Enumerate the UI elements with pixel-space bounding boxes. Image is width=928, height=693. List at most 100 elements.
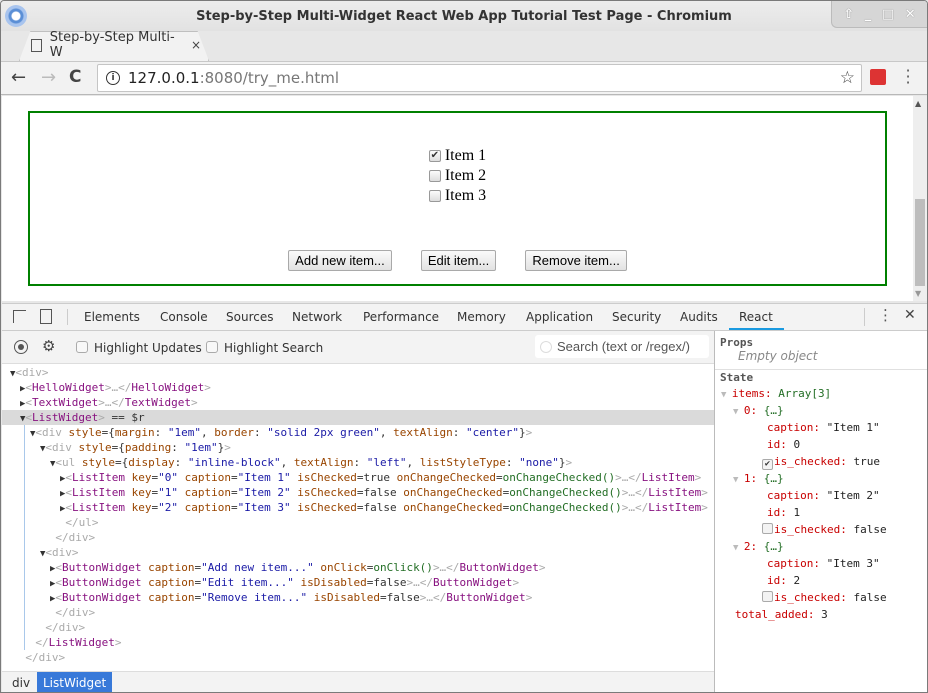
- reload-button[interactable]: C: [69, 67, 81, 87]
- remove-item-button[interactable]: Remove item...: [525, 250, 627, 271]
- list-item: Item 2: [428, 166, 486, 186]
- tree-token: <div>: [15, 366, 49, 379]
- scrollbar-thumb[interactable]: [915, 199, 925, 286]
- collapse-arrow-icon[interactable]: ▼: [733, 475, 744, 485]
- state-checkbox[interactable]: [762, 591, 773, 602]
- tab-console[interactable]: Console: [160, 310, 208, 324]
- tree-token: "2": [158, 501, 185, 514]
- inspect-element-icon[interactable]: [13, 310, 26, 323]
- state-checkbox[interactable]: [762, 523, 773, 534]
- tree-node[interactable]: ▶<TextWidget>…</TextWidget>: [2, 395, 714, 410]
- tree-node[interactable]: ▼<ListWidget> == $r: [2, 410, 714, 425]
- edit-item-button[interactable]: Edit item...: [420, 250, 497, 271]
- chrome-menu-icon[interactable]: · · ·: [905, 63, 911, 91]
- tab-network[interactable]: Network: [292, 310, 342, 324]
- tree-node[interactable]: </div>: [2, 650, 714, 665]
- item-checkbox[interactable]: [428, 190, 441, 202]
- list-item: Item 3: [428, 186, 486, 206]
- tab-audits[interactable]: Audits: [680, 310, 718, 324]
- tree-token: ListItem: [72, 471, 132, 484]
- highlight-updates-checkbox[interactable]: [76, 341, 88, 353]
- highlight-search-checkbox[interactable]: [206, 341, 218, 353]
- tree-token: isDisabled: [313, 591, 380, 604]
- info-icon[interactable]: i: [106, 71, 120, 85]
- device-toolbar-icon[interactable]: [40, 309, 52, 324]
- scroll-up-arrow-icon[interactable]: ▲: [915, 99, 921, 108]
- tree-node[interactable]: ▼<div style={padding: "1em"}>: [2, 440, 714, 455]
- tree-node[interactable]: ▶<ButtonWidget caption="Add new item..."…: [2, 560, 714, 575]
- tree-node[interactable]: </div>: [2, 530, 714, 545]
- tree-node[interactable]: </ListWidget>: [2, 635, 714, 650]
- component-search-input[interactable]: Search (text or /regex/): [535, 335, 709, 358]
- tree-token: <div>: [45, 546, 79, 559]
- tree-node[interactable]: ▼<div style={margin: "1em", border: "sol…: [2, 425, 714, 440]
- tree-token: >: [191, 396, 198, 409]
- tree-token: == $r: [104, 411, 145, 424]
- tree-node[interactable]: ▶<ButtonWidget caption="Edit item..." is…: [2, 575, 714, 590]
- back-button[interactable]: ←: [11, 67, 26, 88]
- window-title: Step-by-Step Multi-Widget React Web App …: [196, 9, 732, 24]
- divider: [864, 308, 865, 326]
- tree-node[interactable]: ▼<ul style={display: "inline-block", tex…: [2, 455, 714, 470]
- tab-memory[interactable]: Memory: [457, 310, 506, 324]
- tree-node[interactable]: ▼<div>: [2, 545, 714, 560]
- devtools-close-icon[interactable]: ✕: [904, 307, 916, 323]
- select-element-target-icon[interactable]: [14, 340, 28, 354]
- tab-react[interactable]: React: [739, 310, 773, 324]
- tree-node[interactable]: </ul>: [2, 515, 714, 530]
- tree-token: onChangeChecked(): [502, 471, 616, 484]
- item-checkbox[interactable]: [428, 170, 441, 182]
- breadcrumb: div ListWidget: [2, 671, 714, 692]
- maximize-icon[interactable]: □: [882, 7, 894, 22]
- state-row[interactable]: ✔ is_checked: true: [762, 453, 880, 470]
- state-row[interactable]: is_checked: false: [762, 589, 887, 606]
- tab-performance[interactable]: Performance: [363, 310, 439, 324]
- state-row[interactable]: ▼ 0: {…}: [733, 402, 784, 419]
- tab-application[interactable]: Application: [526, 310, 593, 324]
- forward-button[interactable]: →: [41, 67, 56, 88]
- tree-token: >…</: [615, 471, 642, 484]
- tab-close-icon[interactable]: ×: [191, 38, 201, 52]
- tree-token: onClick(): [373, 561, 433, 574]
- page-scrollbar[interactable]: ▲ ▼: [913, 96, 927, 301]
- state-value: {…}: [763, 404, 784, 417]
- tree-node[interactable]: </div>: [2, 620, 714, 635]
- tab-elements[interactable]: Elements: [84, 310, 140, 324]
- tree-node[interactable]: ▶<HelloWidget>…</HelloWidget>: [2, 380, 714, 395]
- tree-token: ButtonWidget: [446, 591, 526, 604]
- item-checkbox[interactable]: ✔: [428, 150, 441, 162]
- state-row[interactable]: is_checked: false: [762, 521, 887, 538]
- add-item-button[interactable]: Add new item...: [288, 250, 392, 271]
- state-value: {…}: [763, 540, 784, 553]
- tree-node[interactable]: ▶<ButtonWidget caption="Remove item..." …: [2, 590, 714, 605]
- tree-node[interactable]: ▶<ListItem key="2" caption="Item 3" isCh…: [2, 500, 714, 515]
- tab-sources[interactable]: Sources: [226, 310, 273, 324]
- react-tree-pane: ⚙ Highlight Updates Highlight Search Sea…: [2, 331, 714, 692]
- tree-node[interactable]: ▶<ListItem key="1" caption="Item 2" isCh…: [2, 485, 714, 500]
- settings-gear-icon[interactable]: ⚙: [42, 337, 55, 355]
- minimize-icon[interactable]: _: [865, 7, 872, 22]
- react-devtools-extension-icon[interactable]: [870, 69, 886, 85]
- collapse-arrow-icon[interactable]: ▼: [733, 407, 744, 417]
- state-row[interactable]: ▼ 2: {…}: [733, 538, 784, 555]
- breadcrumb-listwidget[interactable]: ListWidget: [37, 672, 113, 692]
- tree-node[interactable]: ▼<div>: [2, 365, 714, 380]
- breadcrumb-div[interactable]: div: [6, 672, 36, 692]
- tree-node[interactable]: </div>: [2, 605, 714, 620]
- tree-token: >: [565, 456, 573, 469]
- state-row[interactable]: ▼ 1: {…}: [733, 470, 784, 487]
- state-checkbox[interactable]: ✔: [762, 459, 773, 470]
- tab-security[interactable]: Security: [612, 310, 661, 324]
- devtools-menu-icon[interactable]: ⋮: [878, 306, 893, 324]
- close-icon[interactable]: ✕: [905, 7, 916, 22]
- state-row[interactable]: ▼ items: Array[3]: [721, 385, 831, 402]
- up-icon[interactable]: ⇧: [843, 7, 854, 22]
- tree-node[interactable]: ▶<ListItem key="0" caption="Item 1" isCh…: [2, 470, 714, 485]
- state-key: is_checked:: [774, 523, 854, 536]
- scroll-down-arrow-icon[interactable]: ▼: [915, 289, 921, 298]
- bookmark-star-icon[interactable]: ☆: [840, 68, 855, 88]
- address-bar[interactable]: i 127.0.0.1:8080/try_me.html ☆: [97, 64, 862, 92]
- tree-token: :: [254, 426, 268, 439]
- collapse-arrow-icon[interactable]: ▼: [721, 390, 732, 400]
- collapse-arrow-icon[interactable]: ▼: [733, 543, 744, 553]
